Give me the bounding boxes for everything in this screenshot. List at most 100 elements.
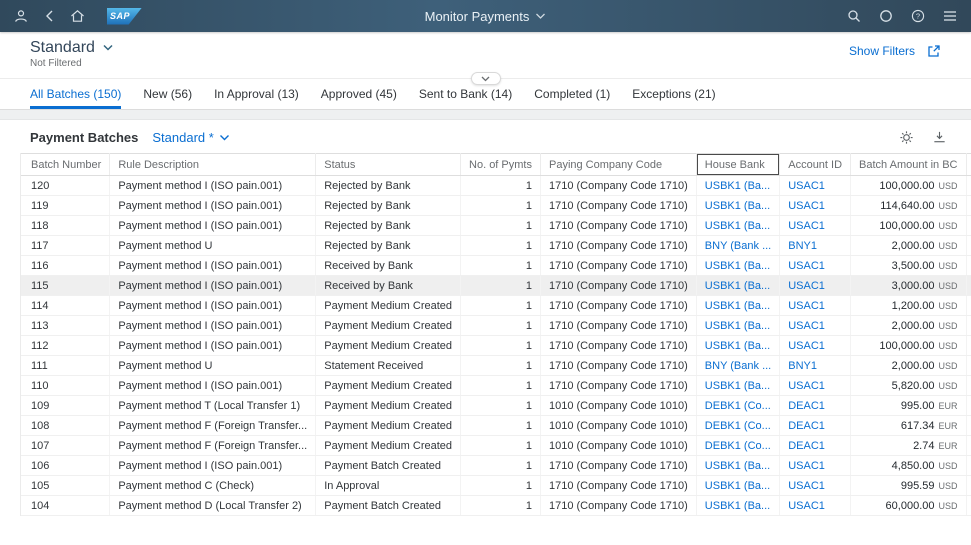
currency-code: USD — [938, 261, 957, 271]
table-row[interactable]: 111 Payment method U Statement Received … — [21, 356, 971, 376]
account-id-link[interactable]: USAC1 — [788, 380, 825, 392]
table-row[interactable]: 107 Payment method F (Foreign Transfer..… — [21, 436, 971, 456]
app-title-chevron-down-icon[interactable] — [535, 12, 546, 20]
account-id-link[interactable]: DEAC1 — [788, 400, 825, 412]
user-icon[interactable] — [14, 9, 28, 23]
table-row[interactable]: 114 Payment method I (ISO pain.001) Paym… — [21, 296, 971, 316]
account-id-link[interactable]: USAC1 — [788, 220, 825, 232]
payment-doc-cell: 2000000006 — [966, 356, 971, 376]
no-of-pymts-cell: 1 — [461, 296, 541, 316]
payment-doc-cell: 2000000006 — [966, 396, 971, 416]
batch-amount-cell: 2,000.00USD — [851, 356, 966, 376]
batch-amount-cell: 995.59USD — [851, 476, 966, 496]
account-id-link[interactable]: USAC1 — [788, 200, 825, 212]
table-row[interactable]: 104 Payment method D (Local Transfer 2) … — [21, 496, 971, 516]
col-rule-description[interactable]: Rule Description — [110, 154, 316, 176]
account-id-link[interactable]: BNY1 — [788, 240, 817, 252]
sap-logo[interactable]: SAP — [107, 8, 142, 25]
house-bank-link[interactable]: USBK1 (Ba... — [705, 380, 770, 392]
status-cell: Payment Medium Created — [316, 316, 461, 336]
table-row[interactable]: 106 Payment method I (ISO pain.001) Paym… — [21, 456, 971, 476]
table-row[interactable]: 110 Payment method I (ISO pain.001) Paym… — [21, 376, 971, 396]
search-icon[interactable] — [847, 9, 861, 23]
rule-description-cell: Payment method C (Check) — [110, 476, 316, 496]
house-bank-link[interactable]: USBK1 (Ba... — [705, 340, 770, 352]
tab-item[interactable]: New (56) — [143, 79, 192, 109]
tab-item[interactable]: All Batches (150) — [30, 79, 121, 109]
show-filters-link[interactable]: Show Filters — [849, 44, 915, 58]
export-icon[interactable] — [932, 130, 947, 145]
table-row[interactable]: 120 Payment method I (ISO pain.001) Reje… — [21, 176, 971, 196]
tab-item[interactable]: Exceptions (21) — [632, 79, 715, 109]
tab-item[interactable]: Completed (1) — [534, 79, 610, 109]
paying-company-code-cell: 1010 (Company Code 1010) — [540, 416, 696, 436]
account-id-link[interactable]: USAC1 — [788, 180, 825, 192]
house-bank-link[interactable]: USBK1 (Ba... — [705, 320, 770, 332]
account-id-link[interactable]: BNY1 — [788, 360, 817, 372]
col-house-bank[interactable]: House Bank — [696, 154, 779, 176]
house-bank-link[interactable]: DEBK1 (Co... — [705, 400, 771, 412]
house-bank-link[interactable]: USBK1 (Ba... — [705, 200, 770, 212]
menu-icon[interactable] — [943, 10, 957, 22]
table-row[interactable]: 113 Payment method I (ISO pain.001) Paym… — [21, 316, 971, 336]
house-bank-link[interactable]: DEBK1 (Co... — [705, 440, 771, 452]
tab-item[interactable]: Sent to Bank (14) — [419, 79, 512, 109]
open-filters-dialog-icon[interactable] — [927, 44, 941, 58]
settings-gear-icon[interactable] — [899, 130, 914, 145]
table-row[interactable]: 118 Payment method I (ISO pain.001) Reje… — [21, 216, 971, 236]
col-no-of-pymts[interactable]: No. of Pymts — [461, 154, 541, 176]
house-bank-link[interactable]: USBK1 (Ba... — [705, 220, 770, 232]
account-id-link[interactable]: DEAC1 — [788, 440, 825, 452]
col-account-id[interactable]: Account ID — [780, 154, 851, 176]
table-row[interactable]: 117 Payment method U Rejected by Bank 1 … — [21, 236, 971, 256]
account-id-link[interactable]: USAC1 — [788, 280, 825, 292]
account-id-link[interactable]: USAC1 — [788, 460, 825, 472]
account-id-link[interactable]: USAC1 — [788, 480, 825, 492]
account-id-link[interactable]: USAC1 — [788, 340, 825, 352]
copilot-icon[interactable] — [879, 9, 893, 23]
col-paying-company-code[interactable]: Paying Company Code — [540, 154, 696, 176]
table-row[interactable]: 108 Payment method F (Foreign Transfer..… — [21, 416, 971, 436]
tab-label: Completed (1) — [534, 87, 610, 101]
col-status[interactable]: Status — [316, 154, 461, 176]
house-bank-link[interactable]: BNY (Bank ... — [705, 240, 771, 252]
no-of-pymts-cell: 1 — [461, 456, 541, 476]
house-bank-link[interactable]: DEBK1 (Co... — [705, 420, 771, 432]
house-bank-link[interactable]: USBK1 (Ba... — [705, 280, 770, 292]
account-id-link[interactable]: USAC1 — [788, 500, 825, 512]
account-id-link[interactable]: USAC1 — [788, 320, 825, 332]
no-of-pymts-cell: 1 — [461, 216, 541, 236]
table-row[interactable]: 115 Payment method I (ISO pain.001) Rece… — [21, 276, 971, 296]
tab-item[interactable]: In Approval (13) — [214, 79, 299, 109]
variant-selector[interactable]: Standard — [30, 39, 114, 57]
table-row[interactable]: 112 Payment method I (ISO pain.001) Paym… — [21, 336, 971, 356]
col-payment-doc-no[interactable]: Payment doc.no. — [966, 154, 971, 176]
house-bank-link[interactable]: BNY (Bank ... — [705, 360, 771, 372]
account-id-link[interactable]: USAC1 — [788, 260, 825, 272]
account-id-link[interactable]: USAC1 — [788, 300, 825, 312]
rule-description-cell: Payment method U — [110, 236, 316, 256]
house-bank-cell: USBK1 (Ba... — [696, 196, 779, 216]
house-bank-link[interactable]: USBK1 (Ba... — [705, 300, 770, 312]
help-icon[interactable]: ? — [911, 9, 925, 23]
tab-item[interactable]: Approved (45) — [321, 79, 397, 109]
table-variant-selector[interactable]: Standard * — [152, 130, 229, 145]
house-bank-link[interactable]: USBK1 (Ba... — [705, 500, 770, 512]
table-row[interactable]: 105 Payment method C (Check) In Approval… — [21, 476, 971, 496]
amount-value: 617.34 — [901, 420, 935, 432]
house-bank-link[interactable]: USBK1 (Ba... — [705, 180, 770, 192]
table-row[interactable]: 116 Payment method I (ISO pain.001) Rece… — [21, 256, 971, 276]
col-batch-amount[interactable]: Batch Amount in BC — [851, 154, 966, 176]
home-icon[interactable] — [70, 9, 85, 23]
table-row[interactable]: 109 Payment method T (Local Transfer 1) … — [21, 396, 971, 416]
house-bank-link[interactable]: USBK1 (Ba... — [705, 460, 770, 472]
back-icon[interactable] — [44, 9, 54, 23]
collapse-header-button[interactable] — [471, 72, 501, 85]
payment-doc-cell: 2000000012 — [966, 236, 971, 256]
col-batch-number[interactable]: Batch Number — [21, 154, 110, 176]
app-title[interactable]: Monitor Payments — [425, 9, 530, 24]
account-id-link[interactable]: DEAC1 — [788, 420, 825, 432]
table-row[interactable]: 119 Payment method I (ISO pain.001) Reje… — [21, 196, 971, 216]
house-bank-link[interactable]: USBK1 (Ba... — [705, 260, 770, 272]
house-bank-link[interactable]: USBK1 (Ba... — [705, 480, 770, 492]
